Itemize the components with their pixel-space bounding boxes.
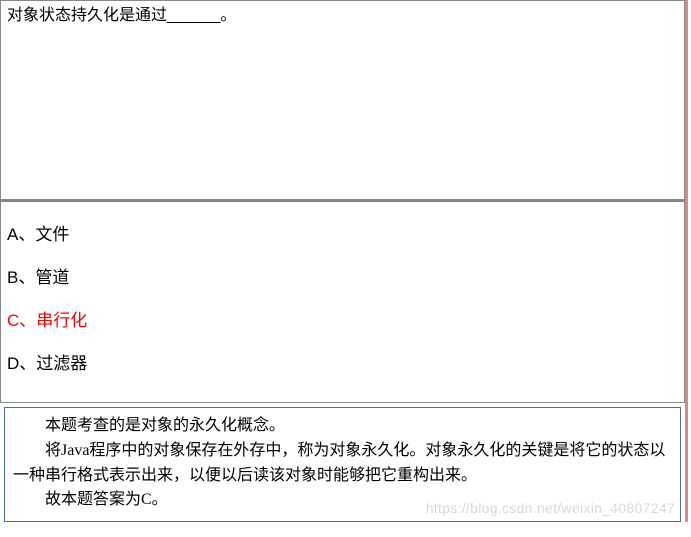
question-box: 对象状态持久化是通过______。 <box>0 0 685 200</box>
explanation-line-2: 将Java程序中的对象保存在外存中，称为对象永久化。对象永久化的关键是将它的状态… <box>13 439 672 489</box>
watermark-text: https://blog.csdn.net/weixin_40807247 <box>426 500 675 516</box>
explanation-line-1: 本题考查的是对象的永久化概念。 <box>13 414 672 439</box>
option-a: A、文件 <box>7 220 678 245</box>
option-c: C、串行化 <box>7 306 678 331</box>
options-box: A、文件 B、管道 C、串行化 D、过滤器 <box>0 200 685 403</box>
option-b: B、管道 <box>7 263 678 288</box>
question-text: 对象状态持久化是通过______。 <box>7 7 236 24</box>
page-container: 对象状态持久化是通过______。 A、文件 B、管道 C、串行化 D、过滤器 … <box>0 0 688 522</box>
option-d: D、过滤器 <box>7 349 678 374</box>
